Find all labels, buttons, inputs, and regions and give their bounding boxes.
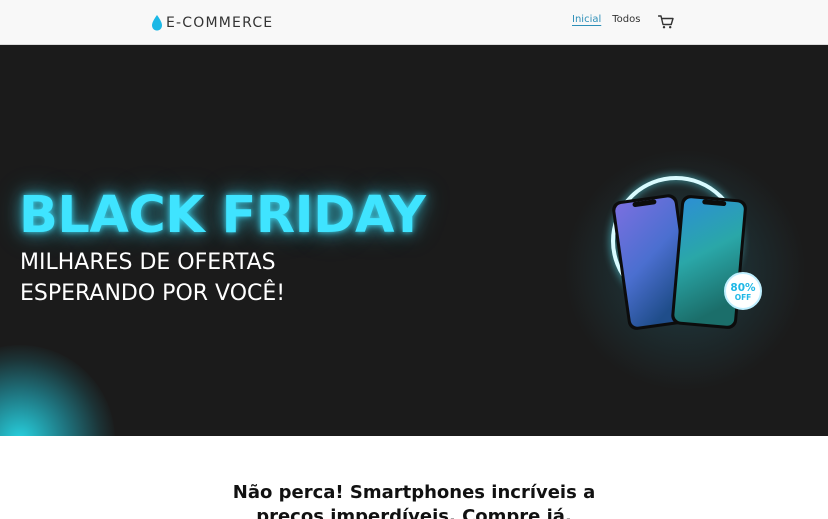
hero-title: BLACK FRIDAY [19,186,426,245]
tagline-heading: Não perca! Smartphones incríveis a preço… [232,482,596,519]
water-drop-icon [152,15,162,31]
nav-links: Inicial Todos [572,14,640,25]
nav-link-inicial[interactable]: Inicial [572,14,601,25]
content-section: Não perca! Smartphones incríveis a preço… [0,436,828,519]
brand-name: E-COMMERCE [166,15,274,31]
nav-link-todos[interactable]: Todos [612,14,640,25]
hero-banner: BLACK FRIDAY MILHARES DE OFERTAS ESPERAN… [0,45,828,436]
hero-glow-left [0,345,115,436]
badge-off: OFF [735,293,752,302]
brand-logo-link[interactable]: E-COMMERCE [151,12,273,34]
navbar: E-COMMERCE Inicial Todos [0,0,828,45]
hero-subtitle-line1: MILHARES DE OFERTAS [20,250,276,275]
hero-subtitle-line2: ESPERANDO POR VOCÊ! [20,281,286,306]
discount-badge: 80% OFF [724,272,762,310]
smartphones-illustration: 80% OFF [610,175,762,330]
hero-subtitle: MILHARES DE OFERTAS ESPERANDO POR VOCÊ! [20,247,285,309]
shopping-cart-icon[interactable] [658,15,674,29]
